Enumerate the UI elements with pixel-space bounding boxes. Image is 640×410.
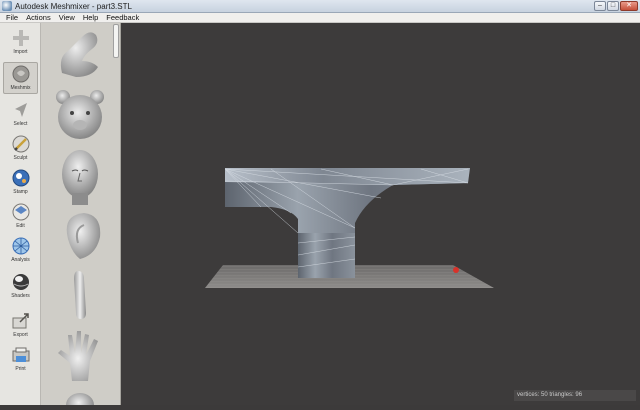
stamp-icon — [12, 169, 29, 187]
human-head-part-icon — [62, 150, 98, 205]
tool-edit-label: Edit — [16, 223, 25, 229]
tool-stamp[interactable]: Stamp — [3, 167, 38, 199]
tool-export-label: Export — [13, 332, 28, 338]
title-bar: Autodesk Meshmixer - part3.STL – □ ✕ — [0, 0, 640, 13]
brush-icon — [12, 135, 29, 153]
library-scrollbar[interactable] — [113, 24, 119, 58]
tool-export[interactable]: Export — [3, 310, 38, 342]
window-title: Autodesk Meshmixer - part3.STL — [15, 1, 132, 11]
scene — [205, 168, 494, 288]
minimize-button[interactable]: – — [594, 1, 606, 11]
tool-print[interactable]: Print — [3, 344, 38, 376]
tool-shaders[interactable]: Shaders — [3, 271, 38, 303]
menu-view[interactable]: View — [59, 13, 75, 22]
finger-part-icon — [74, 271, 86, 319]
library-item-bear-head[interactable] — [49, 87, 111, 141]
tool-select-label: Select — [13, 121, 28, 127]
tool-shaders-label: Shaders — [11, 293, 30, 299]
library-item-finger[interactable] — [49, 267, 111, 323]
tool-sculpt[interactable]: Sculpt — [3, 133, 38, 165]
tool-analysis-label: Analysis — [11, 257, 30, 263]
tool-stamp-label: Stamp — [13, 189, 28, 195]
status-bar-mesh-stats: vertices: 50 triangles: 96 — [514, 390, 636, 401]
export-icon — [12, 313, 29, 329]
parts-library — [41, 23, 121, 405]
tool-import[interactable]: Import — [3, 27, 38, 59]
tool-meshmix[interactable]: Meshmix — [3, 62, 38, 94]
tool-import-label: Import — [13, 49, 28, 55]
menu-file[interactable]: File — [6, 13, 18, 22]
close-button[interactable]: ✕ — [620, 1, 638, 11]
menu-bar: File Actions View Help Feedback — [0, 13, 640, 23]
hand-part-icon — [58, 331, 98, 381]
tool-sidebar: Import Meshmix Select Sculpt Stamp Edit … — [0, 23, 41, 405]
tool-sculpt-label: Sculpt — [13, 155, 28, 161]
shader-sphere-icon — [12, 274, 29, 290]
plus-icon — [12, 30, 29, 46]
tool-select[interactable]: Select — [3, 99, 38, 131]
analysis-icon — [12, 237, 29, 255]
arm-part-icon — [60, 32, 98, 77]
library-item-ear[interactable] — [49, 209, 111, 263]
menu-help[interactable]: Help — [83, 13, 98, 22]
library-item-hand[interactable] — [49, 329, 111, 383]
tool-analysis[interactable]: Analysis — [3, 235, 38, 267]
library-item-human-head[interactable] — [49, 147, 111, 205]
edit-icon — [12, 203, 29, 221]
tool-edit[interactable]: Edit — [3, 201, 38, 233]
tool-print-label: Print — [15, 366, 26, 372]
menu-feedback[interactable]: Feedback — [106, 13, 139, 22]
library-item-sphere[interactable] — [49, 387, 111, 405]
arrow-icon — [14, 103, 27, 117]
tool-meshmix-label: Meshmix — [10, 85, 31, 91]
sphere-part-icon — [66, 393, 94, 405]
menu-actions[interactable]: Actions — [26, 13, 51, 22]
origin-marker — [453, 267, 459, 273]
3d-viewport[interactable] — [121, 23, 640, 405]
meshmix-icon — [12, 65, 29, 83]
ear-part-icon — [66, 213, 101, 259]
printer-icon — [12, 347, 29, 362]
bear-head-part-icon — [56, 90, 104, 139]
window-controls: – □ ✕ — [594, 1, 638, 11]
meshmixer-app-icon — [2, 1, 12, 11]
library-item-arm[interactable] — [49, 27, 111, 79]
maximize-button[interactable]: □ — [607, 1, 619, 11]
mesh-model[interactable] — [224, 168, 470, 278]
